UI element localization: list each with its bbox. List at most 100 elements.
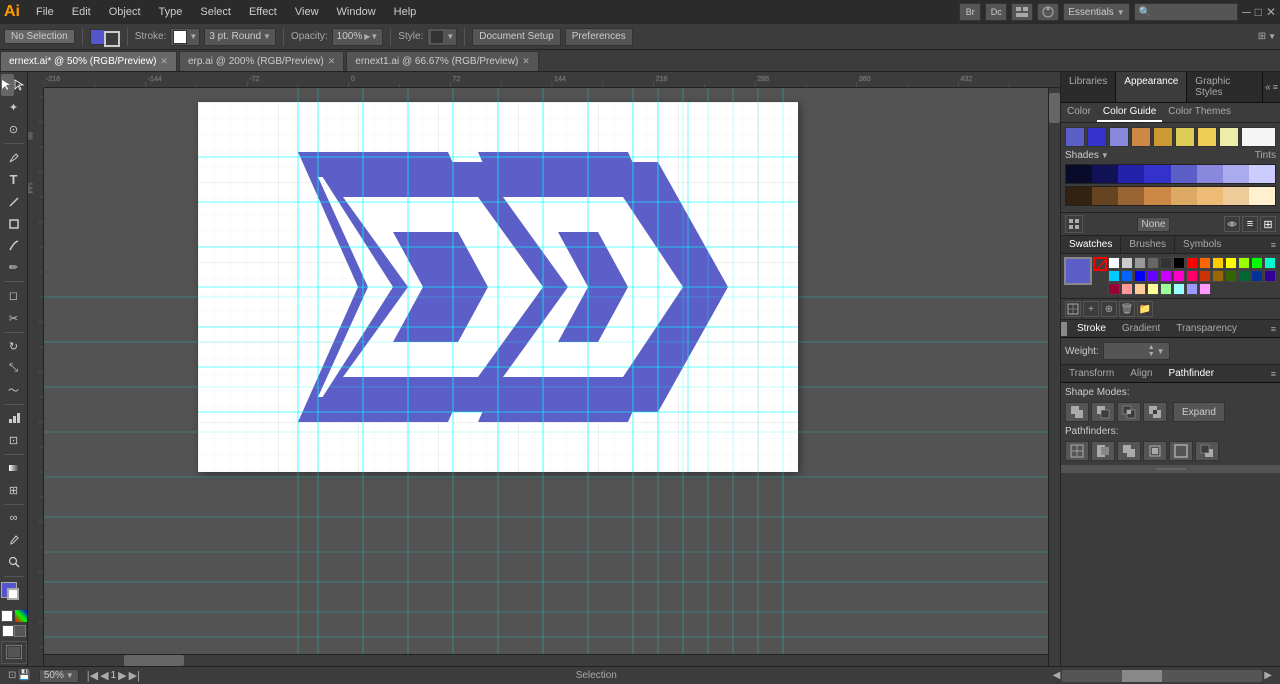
swatch-folder-icon[interactable]: 📁: [1137, 301, 1153, 317]
menu-help[interactable]: Help: [386, 4, 425, 20]
swatch-cell[interactable]: [1264, 270, 1276, 282]
zoom-tool[interactable]: [3, 552, 25, 573]
rotate-tool[interactable]: ↻: [3, 335, 25, 356]
document-setup-button[interactable]: Document Setup: [472, 28, 561, 46]
minus-front-button[interactable]: [1091, 402, 1115, 422]
color-swatch-1[interactable]: [1087, 127, 1107, 147]
color-swatch-6[interactable]: [1197, 127, 1217, 147]
bshade-0[interactable]: [1066, 187, 1092, 205]
swatches-menu[interactable]: ≡: [1271, 240, 1276, 250]
gradient-tool[interactable]: [3, 458, 25, 479]
swatch-cell[interactable]: [1121, 270, 1133, 282]
grid-small-icon[interactable]: ⊞: [1260, 216, 1276, 232]
shade-2[interactable]: [1118, 165, 1144, 183]
fill-stroke-indicator[interactable]: [1, 582, 27, 607]
pencil-tool[interactable]: ✏: [3, 257, 25, 278]
color-swatch-4[interactable]: [1153, 127, 1173, 147]
tab-close-0[interactable]: ✕: [160, 56, 168, 67]
brush-tool[interactable]: [3, 235, 25, 256]
align-tab[interactable]: Align: [1122, 365, 1160, 382]
menu-file[interactable]: File: [28, 4, 62, 20]
normal-mode-button[interactable]: [2, 625, 14, 637]
outline-button[interactable]: [1169, 441, 1193, 461]
swatch-cell[interactable]: [1147, 270, 1159, 282]
menu-view[interactable]: View: [287, 4, 327, 20]
swatch-cell[interactable]: [1264, 257, 1276, 269]
main-color-swatch[interactable]: [1065, 127, 1085, 147]
save-icon[interactable]: 💾: [18, 670, 30, 681]
divide-button[interactable]: [1065, 441, 1089, 461]
next-icon[interactable]: ▶: [118, 669, 126, 682]
vertical-scrollbar[interactable]: [1048, 88, 1060, 666]
rotate-view-icon[interactable]: [1037, 3, 1059, 21]
eraser-tool[interactable]: ◻: [3, 285, 25, 306]
pathfinder-tab[interactable]: Pathfinder: [1160, 365, 1222, 382]
preview-mode-button[interactable]: [14, 625, 26, 637]
swatch-options-icon[interactable]: ⊕: [1101, 301, 1117, 317]
color-swatch-5[interactable]: [1175, 127, 1195, 147]
swatch-cell[interactable]: [1238, 270, 1250, 282]
swatch-cell[interactable]: [1238, 257, 1250, 269]
arrange-windows-icon[interactable]: ⊞: [1258, 31, 1266, 42]
scroll-left-icon[interactable]: ◀: [1053, 670, 1061, 682]
next-page-icon[interactable]: ▶|: [129, 669, 140, 682]
shade-3[interactable]: [1144, 165, 1170, 183]
direct-selection-tool[interactable]: [14, 74, 27, 96]
swatch-cell[interactable]: [1134, 270, 1146, 282]
swatch-cell[interactable]: [1251, 257, 1263, 269]
brushes-tab[interactable]: Brushes: [1121, 236, 1175, 253]
weight-up[interactable]: ▲: [1148, 344, 1155, 351]
color-swatch-2[interactable]: [1109, 127, 1129, 147]
shade-6[interactable]: [1223, 165, 1249, 183]
weight-down[interactable]: ▼: [1148, 351, 1155, 358]
warp-tool[interactable]: 〜: [3, 380, 25, 401]
bshade-1[interactable]: [1092, 187, 1118, 205]
blend-tool[interactable]: ∞: [3, 508, 25, 529]
swatch-cell[interactable]: [1160, 283, 1172, 295]
menu-type[interactable]: Type: [151, 4, 191, 20]
swatch-cell[interactable]: [1134, 283, 1146, 295]
grid-view-icon[interactable]: [1065, 215, 1083, 233]
swatch-cell[interactable]: [1212, 257, 1224, 269]
swatch-cell[interactable]: [1160, 257, 1172, 269]
merge-button[interactable]: [1117, 441, 1141, 461]
shade-5[interactable]: [1197, 165, 1223, 183]
stroke-size-box[interactable]: 3 pt. Round ▼: [204, 28, 276, 46]
color-guide-tab[interactable]: Color Guide: [1097, 103, 1162, 122]
bshade-7[interactable]: [1249, 187, 1275, 205]
crop-button[interactable]: [1143, 441, 1167, 461]
search-bar[interactable]: 🔍: [1134, 3, 1238, 21]
add-swatch-icon[interactable]: +: [1083, 301, 1099, 317]
delete-swatch-icon[interactable]: 🗑: [1119, 301, 1135, 317]
zoom-control[interactable]: 50% ▼: [39, 669, 79, 683]
horizontal-scrollbar[interactable]: [44, 654, 1048, 666]
swatches-tab[interactable]: Swatches: [1061, 236, 1121, 253]
swatch-cell[interactable]: [1199, 257, 1211, 269]
swatch-cell[interactable]: [1225, 257, 1237, 269]
panel-tab-libraries[interactable]: Libraries: [1061, 72, 1116, 102]
scissors-tool[interactable]: ✂: [3, 307, 25, 328]
swatch-library-icon[interactable]: [1065, 301, 1081, 317]
panel-collapse-icon[interactable]: «: [1265, 82, 1271, 93]
minimize-button[interactable]: ─: [1242, 5, 1251, 19]
preferences-button[interactable]: Preferences: [565, 28, 633, 46]
bshade-3[interactable]: [1144, 187, 1170, 205]
panel-menu-icon[interactable]: ≡: [1273, 82, 1278, 92]
eyedropper-tool[interactable]: [3, 530, 25, 551]
shade-1[interactable]: [1092, 165, 1118, 183]
swatch-cell[interactable]: [1225, 270, 1237, 282]
maximize-button[interactable]: □: [1255, 5, 1262, 19]
bshade-5[interactable]: [1197, 187, 1223, 205]
chart-tool[interactable]: [3, 408, 25, 429]
line-tool[interactable]: [3, 191, 25, 212]
trim-button[interactable]: [1091, 441, 1115, 461]
weight-dropdown[interactable]: ▼: [1157, 347, 1165, 356]
unite-button[interactable]: [1065, 402, 1089, 422]
menu-window[interactable]: Window: [329, 4, 384, 20]
tab-1[interactable]: erp.ai @ 200% (RGB/Preview) ✕: [179, 51, 344, 71]
menu-effect[interactable]: Effect: [241, 4, 285, 20]
swatch-cell[interactable]: [1173, 257, 1185, 269]
menu-object[interactable]: Object: [101, 4, 149, 20]
style-box[interactable]: ▼: [427, 28, 457, 46]
scroll-right-icon[interactable]: ▶: [1264, 670, 1272, 682]
